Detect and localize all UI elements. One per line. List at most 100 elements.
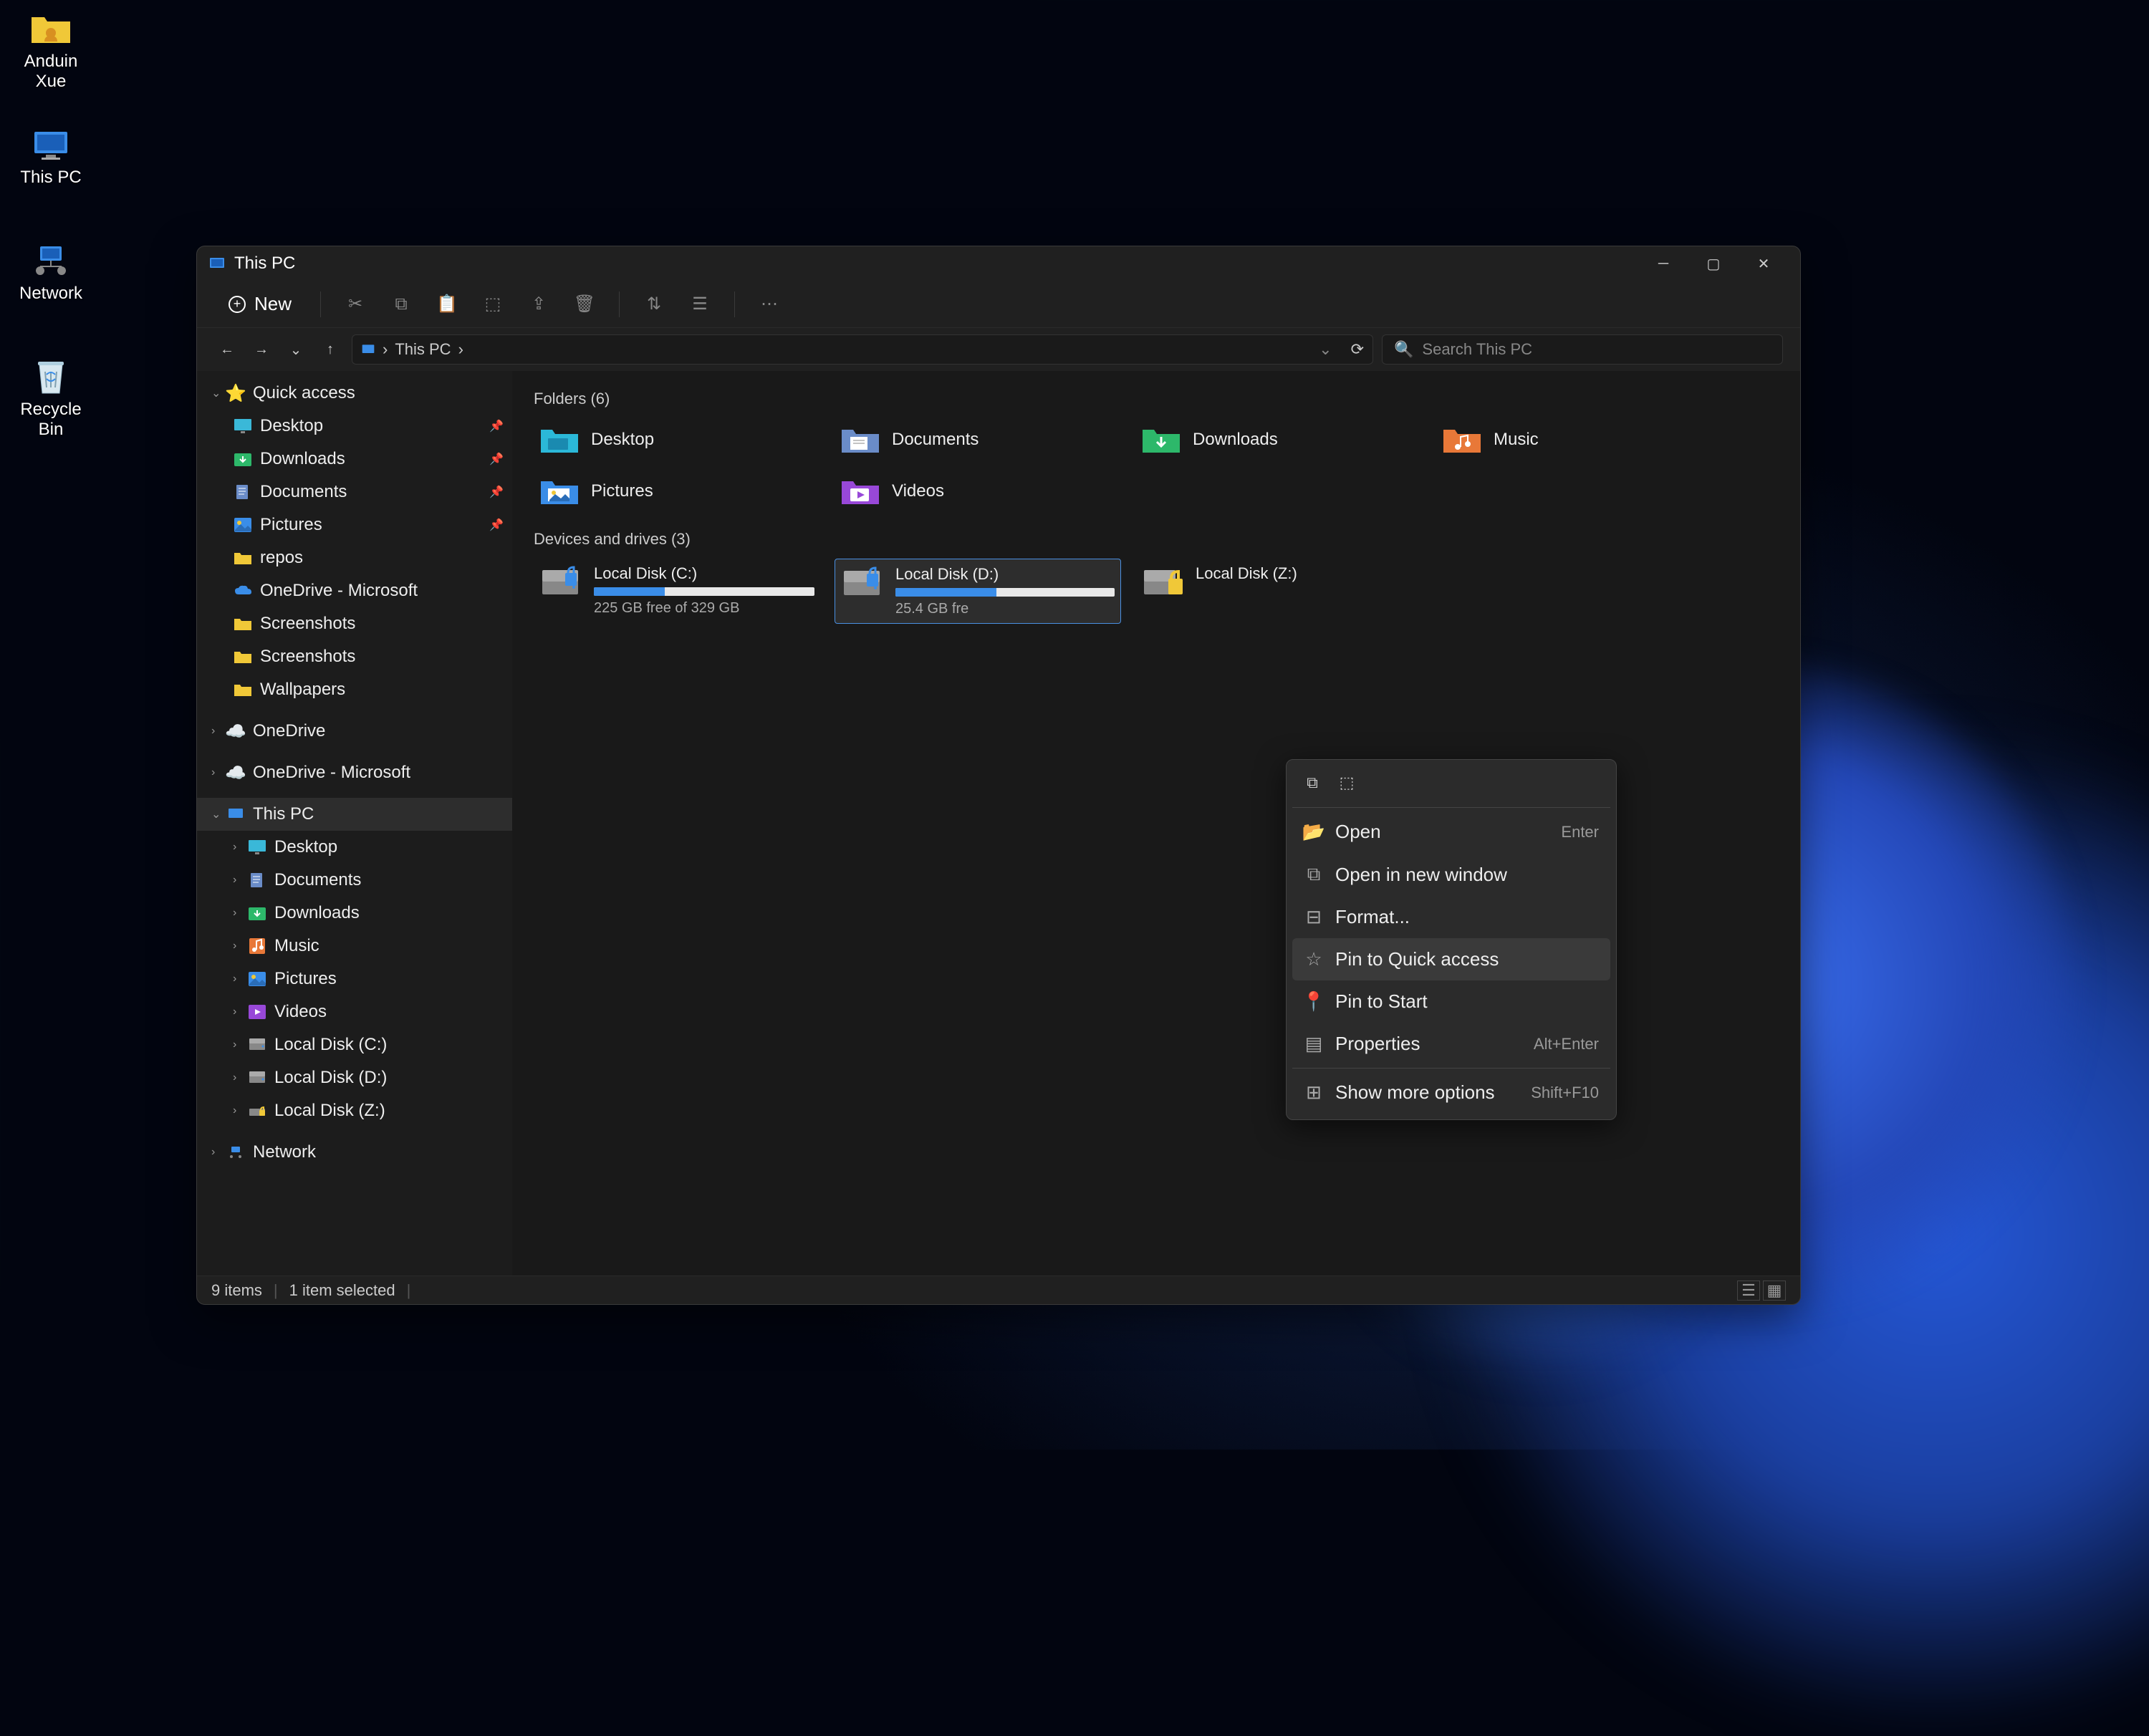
pin-icon: 📌 bbox=[489, 452, 504, 466]
documents-icon bbox=[247, 872, 267, 889]
ctx-pin-to-quick-access[interactable]: ☆Pin to Quick access bbox=[1292, 938, 1610, 980]
sidebar-qa-item-0[interactable]: Desktop📌 bbox=[197, 410, 512, 443]
delete-icon[interactable]: 🗑 bbox=[570, 290, 599, 319]
drive-item-1[interactable]: Local Disk (D:)25.4 GB fre bbox=[835, 559, 1121, 624]
address-dropdown-icon[interactable]: ⌄ bbox=[1319, 340, 1332, 359]
sidebar: ⌄ ⭐ Quick access Desktop📌Downloads📌Docum… bbox=[197, 371, 512, 1276]
status-items: 9 items bbox=[211, 1281, 262, 1300]
sidebar-qa-item-3[interactable]: Pictures📌 bbox=[197, 508, 512, 541]
cut-icon[interactable]: ✂ bbox=[341, 290, 370, 319]
ctx-copy-icon[interactable]: ⧉ bbox=[1298, 768, 1327, 797]
copy-icon[interactable]: ⧉ bbox=[387, 290, 415, 319]
recent-button[interactable]: ⌄ bbox=[283, 337, 309, 362]
sidebar-pc-item-3[interactable]: ›Music bbox=[197, 930, 512, 963]
maximize-button[interactable]: ▢ bbox=[1688, 246, 1739, 281]
sidebar-onedrive-ms[interactable]: › ☁️ OneDrive - Microsoft bbox=[197, 756, 512, 789]
desktop-icon-user[interactable]: Anduin Xue bbox=[11, 10, 90, 92]
more-icon[interactable]: ⋯ bbox=[755, 290, 784, 319]
toolbar: + New ✂ ⧉ 📋 ⬚ ⇪ 🗑 ⇅ ☰ ⋯ bbox=[197, 281, 1800, 328]
status-selected: 1 item selected bbox=[289, 1281, 395, 1300]
disk-icon bbox=[247, 1036, 267, 1053]
sidebar-qa-item-4[interactable]: repos bbox=[197, 541, 512, 574]
ctx-pin-to-start[interactable]: 📍Pin to Start bbox=[1292, 980, 1610, 1023]
ctx-open-in-new-window[interactable]: ⧉Open in new window bbox=[1292, 853, 1610, 896]
back-button[interactable]: ← bbox=[214, 337, 240, 362]
disk-locked-icon bbox=[247, 1102, 267, 1119]
desktop-icon-thispc[interactable]: This PC bbox=[11, 126, 90, 188]
folder-icon bbox=[539, 476, 580, 507]
chevron-down-icon: ⌄ bbox=[211, 807, 226, 821]
ctx-show-more-options[interactable]: ⊞Show more optionsShift+F10 bbox=[1292, 1071, 1610, 1114]
address-bar[interactable]: › This PC › ⌄ ⟳ bbox=[352, 334, 1373, 365]
drive-icon bbox=[1141, 564, 1186, 600]
view-icon[interactable]: ☰ bbox=[686, 290, 714, 319]
sidebar-pc-item-1[interactable]: ›Documents bbox=[197, 864, 512, 897]
new-button[interactable]: + New bbox=[214, 287, 306, 321]
refresh-button[interactable]: ⟳ bbox=[1351, 340, 1364, 359]
plus-icon: + bbox=[229, 296, 246, 313]
sidebar-qa-item-7[interactable]: Screenshots bbox=[197, 640, 512, 673]
folder-documents[interactable]: Documents bbox=[835, 418, 1121, 461]
sidebar-qa-item-5[interactable]: OneDrive - Microsoft bbox=[197, 574, 512, 607]
documents-icon bbox=[233, 483, 253, 501]
folder-music[interactable]: Music bbox=[1436, 418, 1723, 461]
minimize-button[interactable]: ─ bbox=[1638, 246, 1688, 281]
ctx-rename-icon[interactable]: ⬚ bbox=[1332, 768, 1361, 797]
sidebar-quick-access[interactable]: ⌄ ⭐ Quick access bbox=[197, 377, 512, 410]
desktop-icon-recyclebin[interactable]: Recycle Bin bbox=[11, 358, 90, 440]
search-box[interactable]: 🔍 Search This PC bbox=[1382, 334, 1783, 365]
view-icons-button[interactable]: ▦ bbox=[1763, 1281, 1786, 1301]
downloads-icon bbox=[247, 905, 267, 922]
rename-icon[interactable]: ⬚ bbox=[479, 290, 507, 319]
navigation-bar: ← → ⌄ ↑ › This PC › ⌄ ⟳ 🔍 Search This PC bbox=[197, 328, 1800, 371]
user-folder-icon bbox=[28, 10, 74, 47]
close-button[interactable]: ✕ bbox=[1739, 246, 1789, 281]
recycle-bin-icon bbox=[28, 358, 74, 395]
drive-icon bbox=[841, 565, 885, 601]
desktop-icon bbox=[233, 418, 253, 435]
pin-icon: 📌 bbox=[489, 419, 504, 433]
forward-button[interactable]: → bbox=[249, 337, 274, 362]
sidebar-pc-item-7[interactable]: ›Local Disk (D:) bbox=[197, 1061, 512, 1094]
sidebar-pc-item-0[interactable]: ›Desktop bbox=[197, 831, 512, 864]
videos-icon bbox=[247, 1003, 267, 1021]
onedrive-icon: ☁️ bbox=[226, 723, 246, 740]
star-icon: ⭐ bbox=[226, 385, 246, 402]
sidebar-qa-item-6[interactable]: Screenshots bbox=[197, 607, 512, 640]
folder-videos[interactable]: Videos bbox=[835, 470, 1121, 513]
sidebar-qa-item-1[interactable]: Downloads📌 bbox=[197, 443, 512, 476]
folder-pictures[interactable]: Pictures bbox=[534, 470, 820, 513]
titlebar[interactable]: This PC ─ ▢ ✕ bbox=[197, 246, 1800, 281]
folder-desktop[interactable]: Desktop bbox=[534, 418, 820, 461]
view-details-button[interactable]: ☰ bbox=[1737, 1281, 1760, 1301]
sidebar-network[interactable]: › Network bbox=[197, 1136, 512, 1169]
drive-item-0[interactable]: Local Disk (C:)225 GB free of 329 GB bbox=[534, 559, 820, 624]
paste-icon[interactable]: 📋 bbox=[433, 290, 461, 319]
ctx-open[interactable]: 📂OpenEnter bbox=[1292, 811, 1610, 853]
context-menu: ⧉ ⬚ 📂OpenEnter⧉Open in new window⊟Format… bbox=[1286, 759, 1617, 1120]
desktop-icon-network[interactable]: Network bbox=[11, 242, 90, 304]
sidebar-qa-item-2[interactable]: Documents📌 bbox=[197, 476, 512, 508]
pin-icon: 📍 bbox=[1304, 990, 1324, 1013]
up-button[interactable]: ↑ bbox=[317, 337, 343, 362]
ctx-format-[interactable]: ⊟Format... bbox=[1292, 896, 1610, 938]
share-icon[interactable]: ⇪ bbox=[524, 290, 553, 319]
sidebar-pc-item-6[interactable]: ›Local Disk (C:) bbox=[197, 1028, 512, 1061]
content-area: Folders (6) Desktop Documents Downloads Mus… bbox=[512, 371, 1800, 1276]
drive-item-2[interactable]: Local Disk (Z:) bbox=[1135, 559, 1422, 624]
sidebar-pc-item-5[interactable]: ›Videos bbox=[197, 995, 512, 1028]
sidebar-this-pc[interactable]: ⌄ This PC bbox=[197, 798, 512, 831]
folder-icon bbox=[840, 476, 880, 507]
chevron-right-icon: › bbox=[233, 907, 247, 920]
folder-downloads[interactable]: Downloads bbox=[1135, 418, 1422, 461]
folders-header: Folders (6) bbox=[534, 390, 1779, 408]
sidebar-pc-item-4[interactable]: ›Pictures bbox=[197, 963, 512, 995]
sidebar-qa-item-8[interactable]: Wallpapers bbox=[197, 673, 512, 706]
sort-icon[interactable]: ⇅ bbox=[640, 290, 668, 319]
this-pc-icon bbox=[226, 806, 246, 823]
sidebar-pc-item-8[interactable]: ›Local Disk (Z:) bbox=[197, 1094, 512, 1127]
sidebar-onedrive[interactable]: › ☁️ OneDrive bbox=[197, 715, 512, 748]
ctx-properties[interactable]: ▤PropertiesAlt+Enter bbox=[1292, 1023, 1610, 1065]
explorer-window: This PC ─ ▢ ✕ + New ✂ ⧉ 📋 ⬚ ⇪ 🗑 ⇅ ☰ ⋯ ← … bbox=[196, 246, 1801, 1305]
sidebar-pc-item-2[interactable]: ›Downloads bbox=[197, 897, 512, 930]
